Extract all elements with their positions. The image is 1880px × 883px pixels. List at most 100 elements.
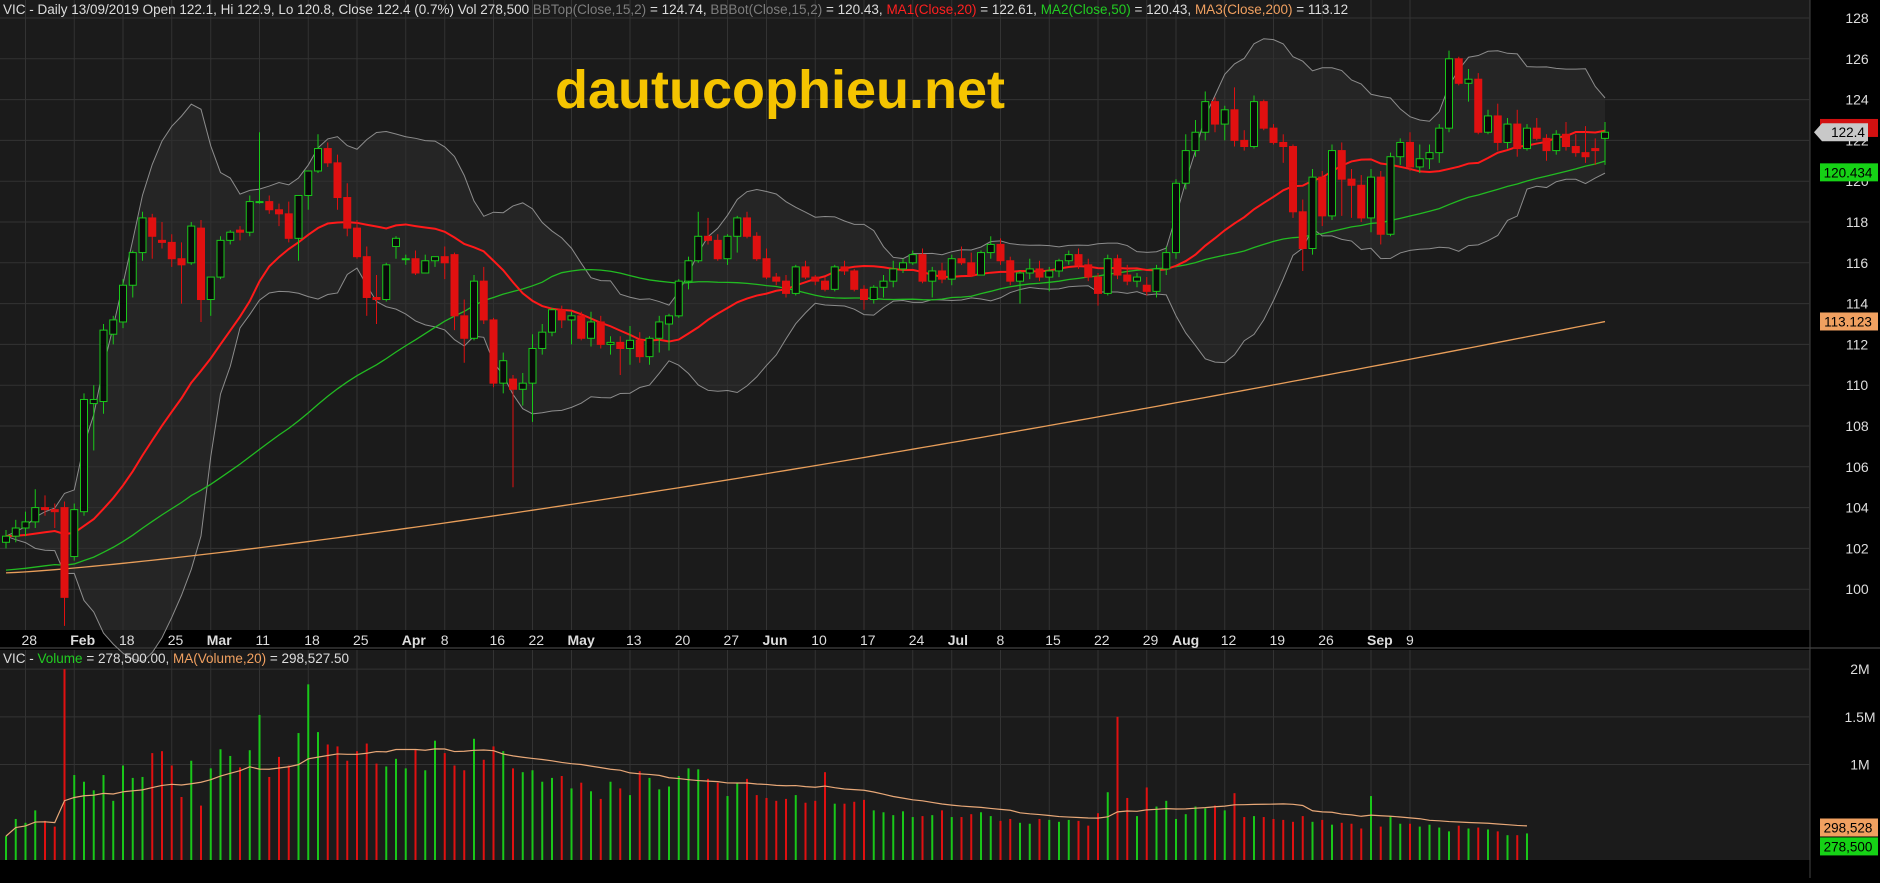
candle-body xyxy=(860,288,868,301)
candle-body xyxy=(1162,252,1171,270)
candle-body xyxy=(879,280,888,288)
volume-bar xyxy=(1467,828,1470,860)
candle-body xyxy=(1308,176,1317,250)
time-tick-label: 11 xyxy=(256,632,271,648)
volume-bar xyxy=(882,812,885,860)
time-tick-label: 13 xyxy=(626,632,642,648)
price-tick-label: 116 xyxy=(1846,255,1869,271)
price-legend: VIC - Daily 13/09/2019 Open 122.1, Hi 12… xyxy=(3,2,1348,17)
volume-bar xyxy=(941,810,943,860)
volume-bar xyxy=(1262,817,1265,860)
candle-body xyxy=(733,217,742,237)
bbtop-value: = 124.74, xyxy=(650,2,707,17)
volume-bar xyxy=(599,798,602,860)
candle-body xyxy=(382,264,391,301)
candle-body xyxy=(1240,139,1249,148)
candle-body xyxy=(830,266,839,290)
candle-body xyxy=(1113,258,1122,276)
volume-bar xyxy=(1087,825,1090,860)
volume-bar xyxy=(989,816,992,860)
candle-body xyxy=(1386,156,1395,235)
time-tick-label: 16 xyxy=(490,632,506,648)
volume-bar xyxy=(1048,819,1051,860)
candle-body xyxy=(479,280,488,321)
volume-bar xyxy=(1253,816,1255,860)
candle-body xyxy=(148,217,157,237)
volume-bar xyxy=(63,669,66,860)
candle-body xyxy=(294,194,303,239)
candle-body xyxy=(255,201,264,204)
volume-bar xyxy=(1136,816,1138,860)
volume-bar xyxy=(629,795,631,860)
candle-body xyxy=(304,170,313,196)
time-tick-label: Feb xyxy=(70,632,95,648)
volume-bar xyxy=(434,740,436,860)
candle-body xyxy=(60,507,69,598)
volume-bar xyxy=(190,760,193,860)
volume-ma-badge: 298,528 xyxy=(1820,818,1878,837)
candle-body xyxy=(216,239,225,278)
candle-body xyxy=(1396,141,1405,158)
volume-ma-value: = 298,527.50 xyxy=(270,651,349,666)
price-tick-label: 128 xyxy=(1845,10,1869,26)
time-tick-label: 12 xyxy=(1221,632,1237,648)
candle-body xyxy=(782,280,790,294)
volume-bar xyxy=(44,820,46,860)
volume-bar xyxy=(14,818,17,860)
volume-bar xyxy=(307,684,310,860)
volume-bar xyxy=(677,776,680,860)
candle-body xyxy=(1406,141,1414,168)
time-tick-label: 25 xyxy=(168,632,184,648)
candle-body xyxy=(1484,115,1492,133)
volume-bar xyxy=(473,738,475,860)
volume-bar xyxy=(239,767,241,860)
volume-bar xyxy=(1379,826,1382,860)
candle-body xyxy=(470,280,478,339)
volume-bar xyxy=(356,751,358,860)
price-tick-label: 110 xyxy=(1846,377,1869,393)
volume-bar xyxy=(960,817,963,860)
volume-bar xyxy=(73,775,76,860)
volume-bar xyxy=(365,743,368,860)
candle-body xyxy=(674,280,683,317)
candle-body xyxy=(1035,268,1044,278)
volume-bar xyxy=(541,781,544,860)
volume-ma-label: MA(Volume,20) xyxy=(173,651,266,666)
chart-window: 1001021041061081101121141161181201221241… xyxy=(0,0,1880,878)
candle-body xyxy=(1493,115,1502,143)
volume-bar xyxy=(1350,823,1353,860)
candle-body xyxy=(1025,268,1034,274)
time-tick-label: Jun xyxy=(763,632,788,648)
volume-bar xyxy=(5,836,7,860)
time-tick-label: Jul xyxy=(948,632,968,648)
volume-bar xyxy=(1370,796,1372,860)
candle-body xyxy=(1415,158,1424,168)
candle-body xyxy=(665,315,673,325)
volume-bar xyxy=(999,820,1002,860)
volume-bar xyxy=(1418,826,1421,860)
stock-chart[interactable]: 1001021041061081101121141161181201221241… xyxy=(0,0,1880,878)
volume-bar xyxy=(726,796,729,860)
volume-bar xyxy=(950,817,953,860)
time-tick-label: 8 xyxy=(441,632,449,648)
volume-bar xyxy=(53,826,56,860)
time-tick-label: 25 xyxy=(353,632,369,648)
volume-badge: 278,500 xyxy=(1820,837,1878,856)
volume-bar xyxy=(570,788,573,860)
candle-body xyxy=(996,243,1005,262)
volume-bar xyxy=(551,777,553,860)
ma200-badge: 113.123 xyxy=(1820,312,1878,331)
volume-bar xyxy=(1204,808,1207,860)
candle-body xyxy=(1055,260,1063,272)
candle-body xyxy=(772,276,781,282)
volume-bar xyxy=(658,789,661,860)
candle-body xyxy=(314,148,322,172)
time-tick-label: Apr xyxy=(402,632,427,648)
volume-bar xyxy=(122,765,124,860)
candle-body xyxy=(1103,258,1112,294)
candle-body xyxy=(850,270,859,290)
candle-body xyxy=(587,321,595,339)
price-tick-label: 118 xyxy=(1846,214,1869,230)
volume-bar xyxy=(1321,819,1324,860)
volume-bar xyxy=(268,776,271,860)
